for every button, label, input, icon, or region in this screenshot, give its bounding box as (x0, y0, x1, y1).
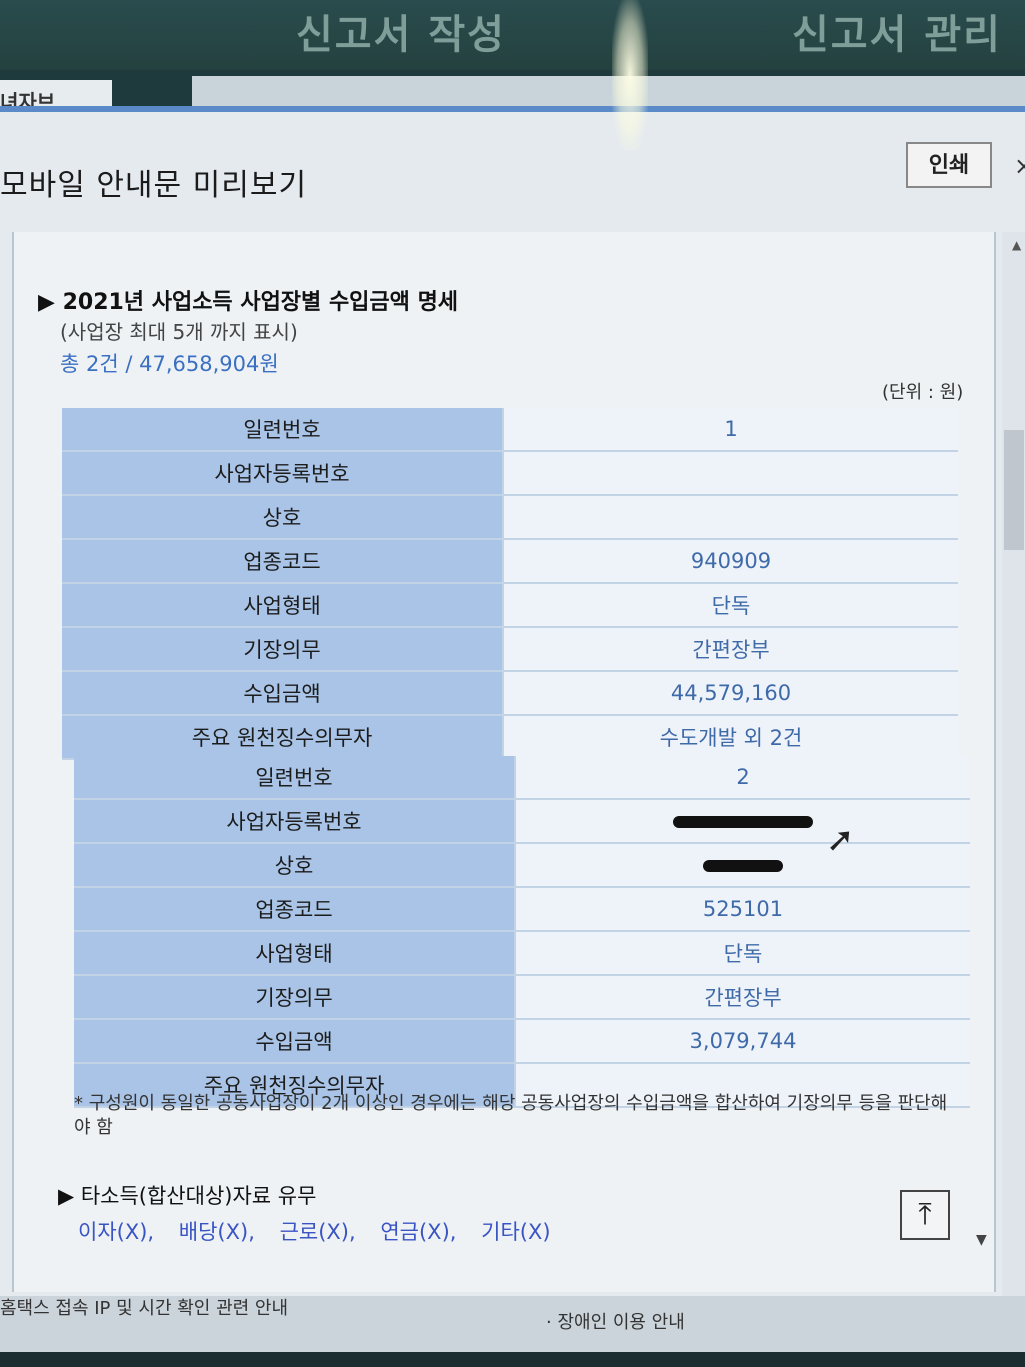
table-row: 수입금액 44,579,160 (62, 671, 958, 716)
row-value: 단독 (503, 583, 958, 628)
row-value (503, 451, 958, 496)
business-table-2: 일련번호 2 사업자등록번호 상호 업종코드 525101 사업형태 단독 기장의무 간… (74, 756, 970, 1108)
other-income-pension[interactable]: 연금(X), (380, 1220, 456, 1244)
footer-link-ip-notice[interactable]: 홈택스 접속 IP 및 시간 확인 관련 안내 (0, 1294, 288, 1320)
table-row: 업종코드 525101 (74, 887, 970, 932)
other-income-dividend[interactable]: 배당(X), (179, 1220, 255, 1244)
row-value (515, 843, 970, 888)
row-label: 상호 (74, 843, 516, 888)
close-icon[interactable]: × (1014, 152, 1025, 180)
scroll-up-icon[interactable]: ▲ (1012, 238, 1021, 252)
business-table-1: 일련번호 1 사업자등록번호 상호 업종코드 940909 사업형태 단독 기장의무 간… (62, 408, 958, 760)
table-row: 사업형태 단독 (62, 583, 958, 628)
row-label: 사업자등록번호 (62, 451, 504, 496)
row-label: 주요 원천징수의무자 (62, 715, 504, 760)
other-income-title: ▶ 타소득(합산대상)자료 유무 (58, 1184, 317, 1208)
row-value: 3,079,744 (515, 1019, 970, 1064)
row-label: 일련번호 (62, 408, 504, 452)
unit-label: (단위 : 원) (882, 382, 964, 403)
footer-link-accessibility[interactable]: · 장애인 이용 안내 (546, 1308, 685, 1334)
scroll-to-top-button[interactable]: ⤒ (900, 1190, 950, 1240)
other-income-wage[interactable]: 근로(X), (280, 1220, 356, 1244)
row-value: 940909 (503, 539, 958, 584)
redaction-mark (673, 816, 813, 828)
table-row: 업종코드 940909 (62, 539, 958, 584)
app-header: 신고서 작성 신고서 관리 (0, 0, 1025, 70)
table-row: 주요 원천징수의무자 수도개발 외 2건 (62, 715, 958, 760)
row-value: 간편장부 (503, 627, 958, 672)
row-label: 일련번호 (74, 756, 516, 800)
row-label: 수입금액 (62, 671, 504, 716)
row-label: 업종코드 (62, 539, 504, 584)
row-label: 상호 (62, 495, 504, 540)
row-label: 수입금액 (74, 1019, 516, 1064)
scroll-down-icon[interactable]: ▼ (976, 1232, 987, 1248)
section-total: 총 2건 / 47,658,904원 (60, 352, 279, 376)
table-row: 상호 (62, 495, 958, 540)
table-row: 사업형태 단독 (74, 931, 970, 976)
row-value: 수도개발 외 2건 (503, 715, 958, 760)
joint-business-note: * 구성원이 동일한 공동사업장이 2개 이상인 경우에는 해당 공동사업장의 … (74, 1093, 948, 1138)
row-label: 사업형태 (74, 931, 516, 976)
row-value: 간편장부 (515, 975, 970, 1020)
modal-title: 모바일 안내문 미리보기 (0, 168, 308, 203)
other-income-list: 이자(X), 배당(X), 근로(X), 연금(X), 기타(X) (78, 1216, 569, 1246)
row-value: 1 (503, 408, 958, 452)
table-row: 수입금액 3,079,744 (74, 1019, 970, 1064)
table-row: 일련번호 2 (74, 756, 970, 800)
preview-content: ▶ 2021년 사업소득 사업장별 수입금액 명세 (사업장 최대 5개 까지 … (12, 232, 996, 1292)
other-income-other[interactable]: 기타(X) (481, 1220, 550, 1244)
row-value (515, 799, 970, 844)
row-label: 사업자등록번호 (74, 799, 516, 844)
scroll-thumb[interactable] (1004, 430, 1024, 550)
table-row: 사업자등록번호 (62, 451, 958, 496)
row-value: 단독 (515, 931, 970, 976)
mouse-cursor-icon: ➚ (826, 820, 855, 860)
other-income-interest[interactable]: 이자(X), (78, 1220, 154, 1244)
section-title: ▶ 2021년 사업소득 사업장별 수입금액 명세 (38, 290, 459, 315)
tab-write-return[interactable]: 신고서 작성 (296, 2, 506, 60)
scrollbar[interactable] (1002, 232, 1025, 1302)
row-label: 업종코드 (74, 887, 516, 932)
table-row: 기장의무 간편장부 (62, 627, 958, 672)
row-value (503, 495, 958, 540)
row-value: 44,579,160 (503, 671, 958, 716)
print-button[interactable]: 인쇄 (906, 142, 992, 188)
preview-modal: 모바일 안내문 미리보기 인쇄 × ▶ 2021년 사업소득 사업장별 수입금액… (0, 106, 1025, 1302)
redaction-mark (703, 860, 783, 872)
table-row: 기장의무 간편장부 (74, 975, 970, 1020)
tab-manage-return[interactable]: 신고서 관리 (792, 2, 1002, 60)
row-value: 2 (515, 756, 970, 800)
row-value: 525101 (515, 887, 970, 932)
footer-edge (0, 1352, 1025, 1367)
section-subtitle: (사업장 최대 5개 까지 표시) (60, 320, 298, 344)
row-label: 기장의무 (62, 627, 504, 672)
row-label: 사업형태 (62, 583, 504, 628)
table-row: 일련번호 1 (62, 408, 958, 452)
screen-glare (612, 0, 648, 150)
row-label: 기장의무 (74, 975, 516, 1020)
